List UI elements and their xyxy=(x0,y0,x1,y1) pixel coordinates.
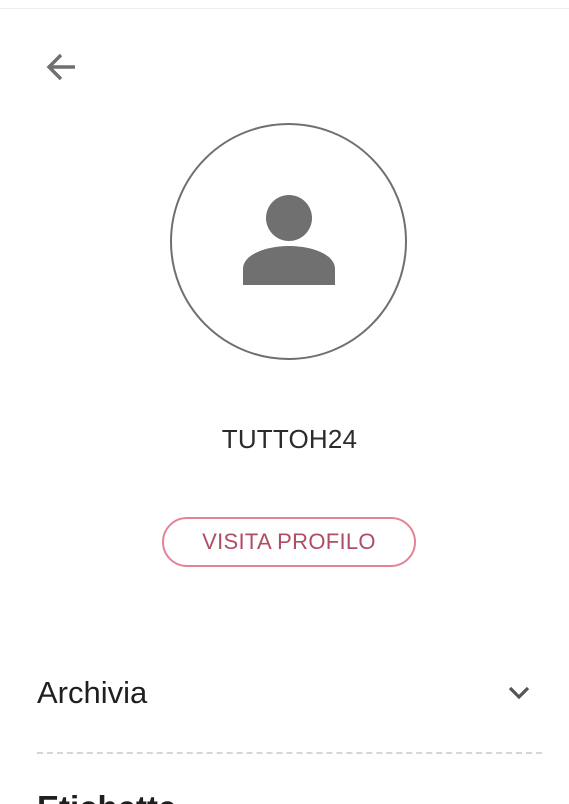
avatar[interactable] xyxy=(170,123,407,360)
status-bar xyxy=(0,0,569,9)
chevron-down-icon[interactable] xyxy=(504,678,534,708)
section-divider xyxy=(37,752,542,754)
visit-profile-button[interactable]: VISITA PROFILO xyxy=(162,517,416,567)
back-button[interactable] xyxy=(40,46,82,88)
etichette-section-title[interactable]: Etichette xyxy=(37,788,542,804)
person-icon xyxy=(242,194,335,285)
username: TUTTOH24 xyxy=(221,424,358,454)
arrow-back-icon xyxy=(46,53,75,81)
profile-page: TUTTOH24 VISITA PROFILO Archivia Etichet… xyxy=(0,0,569,804)
archivia-title: Archivia xyxy=(37,675,148,710)
archivia-section[interactable]: Archivia xyxy=(37,662,542,724)
